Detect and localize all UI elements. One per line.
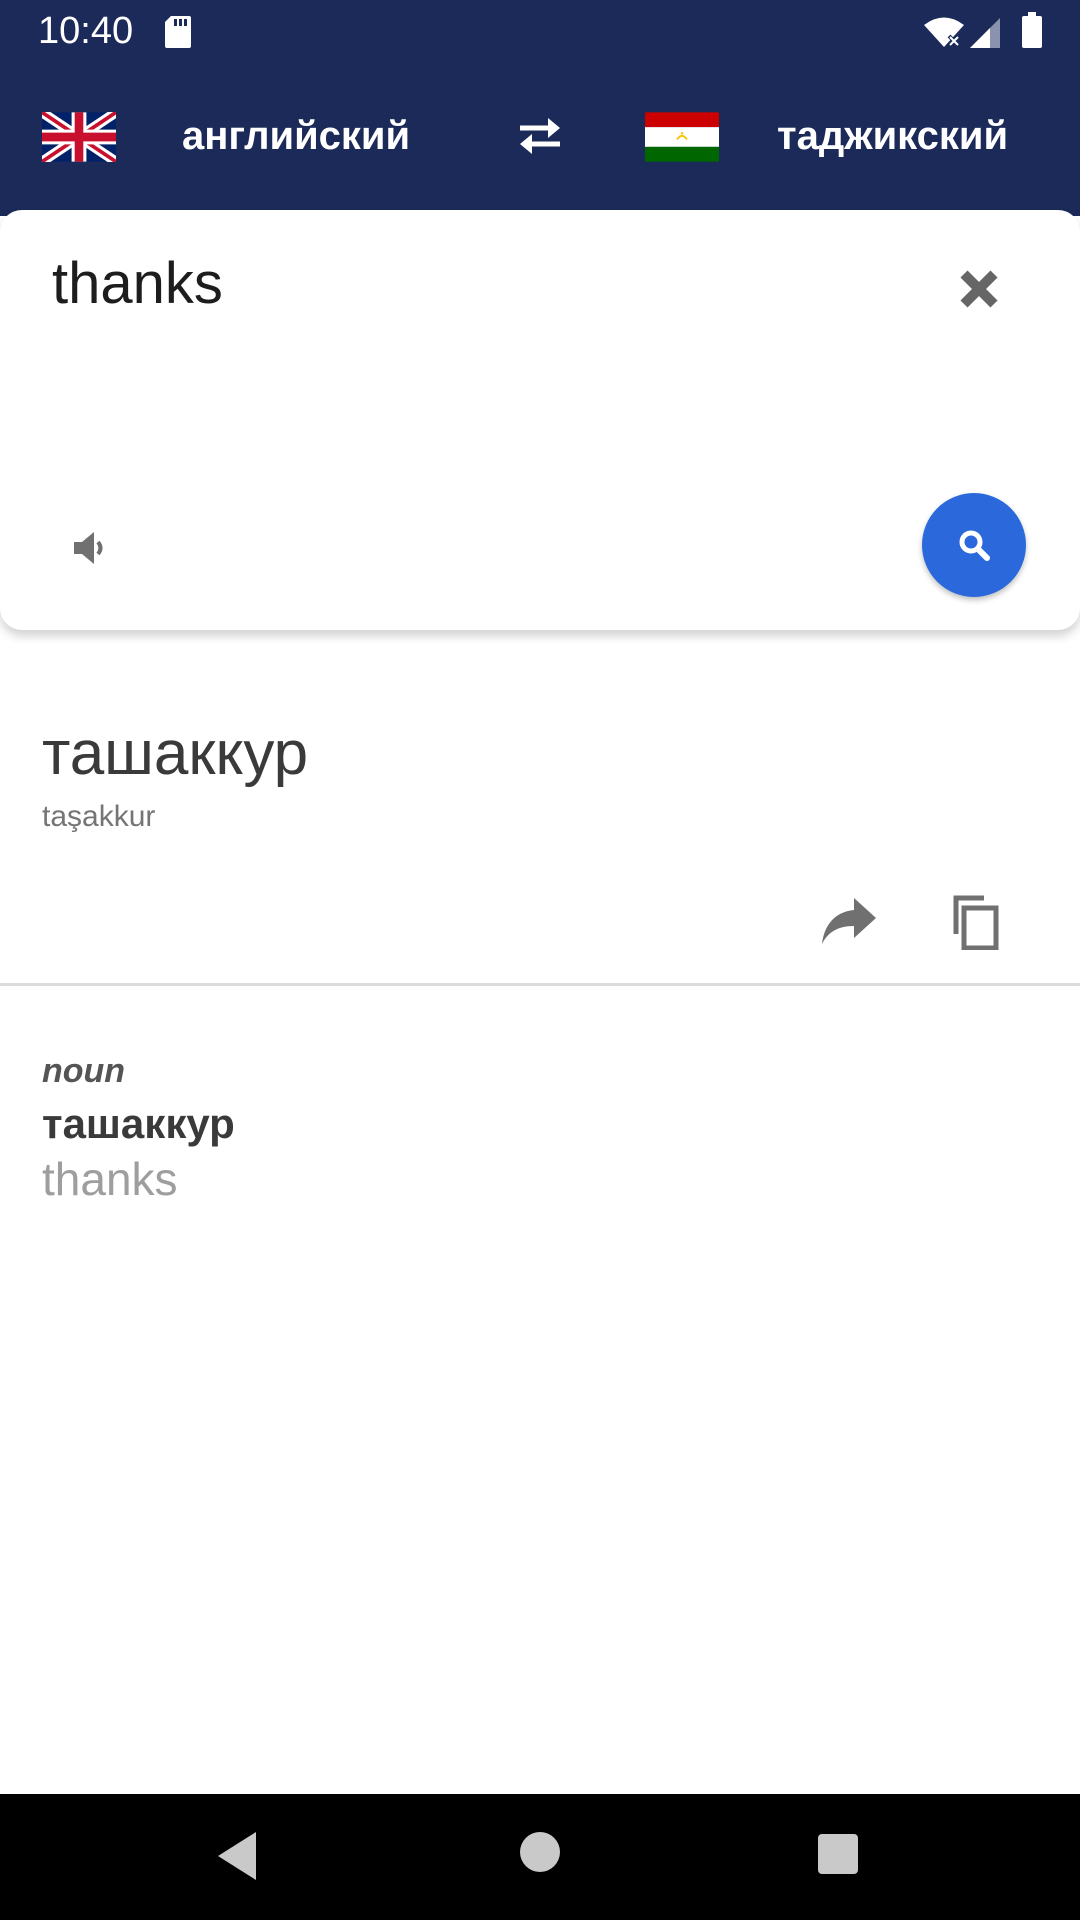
dictionary-meaning: thanks <box>42 1153 178 1205</box>
signal-icon <box>970 18 1000 48</box>
transliteration-text: taşakkur <box>42 800 156 833</box>
search-button[interactable] <box>922 493 1026 597</box>
swap-icon[interactable] <box>512 114 568 158</box>
target-language-label[interactable]: таджикский <box>777 114 1008 159</box>
divider <box>0 983 1080 986</box>
language-bar: английский таджикский <box>0 66 1080 216</box>
speaker-icon[interactable] <box>70 528 110 568</box>
home-button[interactable] <box>520 1832 560 1872</box>
recents-button[interactable] <box>818 1834 858 1874</box>
close-icon[interactable] <box>956 266 1002 312</box>
navigation-bar <box>0 1794 1080 1920</box>
dictionary-word: ташаккур <box>42 1100 235 1147</box>
translation-text: ташаккур <box>42 719 309 788</box>
source-language-label[interactable]: английский <box>182 114 410 159</box>
part-of-speech: noun <box>42 1052 126 1090</box>
search-icon <box>959 530 990 561</box>
back-icon[interactable] <box>216 1830 260 1882</box>
wifi-icon <box>924 17 964 48</box>
sd-card-icon <box>165 16 191 48</box>
battery-icon <box>1022 12 1042 48</box>
input-card: thanks <box>0 210 1080 630</box>
uk-flag-icon[interactable] <box>42 112 116 162</box>
status-bar: 10:40 <box>0 0 1080 66</box>
tajikistan-flag-icon[interactable] <box>645 112 719 162</box>
status-time: 10:40 <box>38 10 134 52</box>
share-icon[interactable] <box>820 896 878 946</box>
source-text-input[interactable]: thanks <box>52 250 223 317</box>
copy-icon[interactable] <box>950 894 1000 950</box>
